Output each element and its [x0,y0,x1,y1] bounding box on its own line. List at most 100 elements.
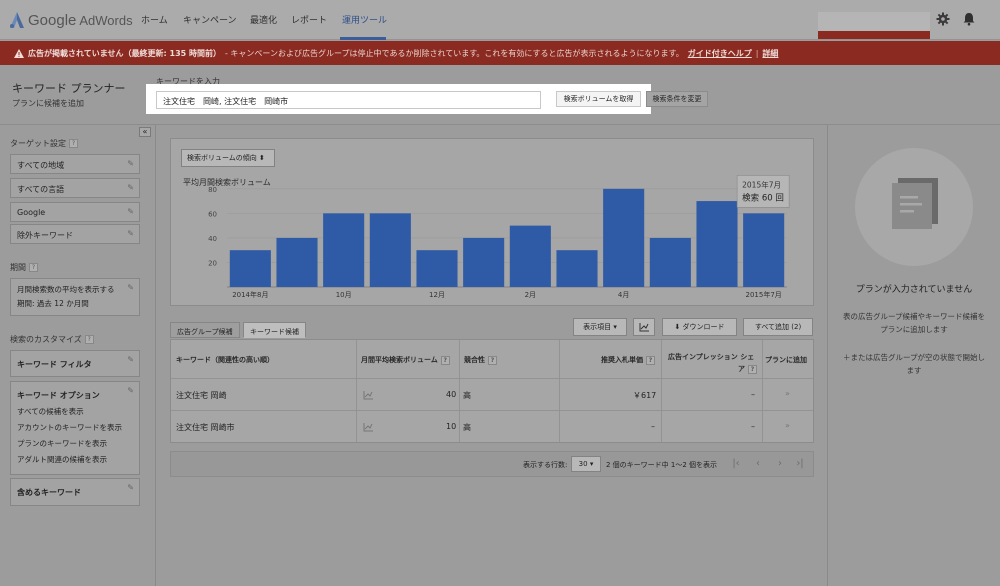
bar-12 [743,213,785,287]
sidebar-item-network[interactable]: Google ✎ [10,202,140,222]
nav-optimization[interactable]: 最適化 [250,13,277,26]
chart-toggle-button[interactable] [633,318,655,336]
get-search-volume-button[interactable]: 検索ボリュームを取得 [556,91,641,107]
nav-home[interactable]: ホーム [141,13,168,26]
alert-banner: 広告が掲載されていません（最終更新: 135 時間前） - キャンペーンおよび広… [0,41,1000,65]
nav-tools[interactable]: 運用ツール [342,13,387,26]
period-line-1: 月間検索数の平均を表示する [17,285,115,294]
prev-page-icon[interactable]: ‹ [749,457,767,472]
keyword-filter-label: キーワード フィルタ [17,360,92,369]
sidebar-item-languages[interactable]: すべての言語 ✎ [10,178,140,198]
include-keywords-box[interactable]: 含めるキーワード ✎ [10,478,140,506]
cell-competition: 高 [463,423,471,432]
account-info[interactable] [818,12,930,32]
download-button[interactable]: ⬇ ダウンロード [662,318,737,336]
details-link[interactable]: 詳細 [762,48,778,59]
bar-2 [276,237,318,287]
customize-title: 検索のカスタマイズ [10,335,82,344]
guided-help-link[interactable]: ガイド付きヘルプ [688,48,752,59]
sidebar-item-label: Google [17,208,46,217]
gear-icon[interactable] [936,12,950,26]
help-icon[interactable]: ? [488,355,497,365]
pencil-icon[interactable]: ✎ [127,159,134,168]
help-icon[interactable]: ? [29,263,38,272]
add-to-plan-button[interactable]: » [785,389,790,398]
col-divider [661,340,662,442]
pencil-icon[interactable]: ✎ [127,355,134,364]
chevron-down-icon: ▾ [589,460,594,468]
keyword-filter-box[interactable]: キーワード フィルタ ✎ [10,350,140,377]
tab-keyword-ideas[interactable]: キーワード候補 [243,322,306,338]
rows-per-page-select[interactable]: 30 ▾ [571,456,601,472]
tooltip-month: 2015年7月 [742,179,781,189]
help-icon[interactable]: ? [646,355,655,365]
sidebar-item-negative-keywords[interactable]: 除外キーワード ✎ [10,224,140,244]
cell-cpc: – [651,422,655,431]
y-tick-label: 80 [208,186,217,194]
help-icon[interactable]: ? [440,355,450,365]
pencil-icon[interactable]: ✎ [127,386,134,395]
empty-plan-title: プランが入力されていません [855,285,973,295]
header-volume[interactable]: 月間平均検索ボリューム? [361,355,450,365]
col-divider [559,340,560,442]
warning-icon [14,48,24,58]
header-competition[interactable]: 競合性? [464,355,497,365]
tab-ad-group-ideas[interactable]: 広告グループ候補 [170,322,240,338]
bar-7 [509,225,551,287]
pencil-icon[interactable]: ✎ [127,207,134,216]
pencil-icon[interactable]: ✎ [127,483,134,492]
collapse-sidebar-button[interactable]: « [139,127,151,137]
last-page-icon[interactable]: ›| [791,457,809,472]
bar-11 [696,201,738,287]
col-divider [459,340,460,442]
header-impression-share-2: ア? [738,364,757,374]
x-tick-label: 10月 [336,291,352,299]
rows-per-page-label: 表示する行数: [523,461,568,469]
page-subtitle: プランに候補を追加 [12,99,84,108]
empty-plan-alternative[interactable]: ＋または広告グループが空の状態で開始します [840,351,988,377]
x-tick-label: 12月 [429,291,445,299]
columns-button[interactable]: 表示項目 ▾ [573,318,627,336]
cell-competition: 高 [463,391,471,400]
first-page-icon[interactable]: |‹ [727,457,745,472]
period-title: 期間 [10,263,26,272]
next-page-icon[interactable]: › [771,457,789,472]
keyword-options-box[interactable]: キーワード オプション すべての候補を表示 アカウントのキーワードを表示 プラン… [10,381,140,475]
bar-chart: 20 40 60 80 2014年8月 10月 12月 2月 4月 2015年7月 2015年7月検… [208,175,790,299]
add-all-button[interactable]: すべて追加 (2) [743,318,813,336]
header-keyword[interactable]: キーワード（関連性の高い順） [176,355,274,365]
option-plan-keywords: プランのキーワードを表示 [17,439,107,448]
help-icon[interactable]: ? [69,139,78,148]
add-to-plan-button[interactable]: » [785,421,790,430]
trend-mini-icon[interactable] [363,423,373,432]
sidebar-item-locations[interactable]: すべての地域 ✎ [10,154,140,174]
adwords-logo[interactable]: Google AdWords [10,10,133,30]
empty-plan-illustration [855,148,973,266]
header-impression-share[interactable]: 広告インプレッション シェ [668,352,754,362]
bell-icon[interactable] [962,12,976,26]
active-nav-indicator [340,37,386,40]
sidebar-item-label: 除外キーワード [17,231,73,240]
nav-reports[interactable]: レポート [291,13,327,26]
bar-8 [556,250,598,287]
nav-campaigns[interactable]: キャンペーン [183,13,237,26]
period-section-title: 期間? [10,262,38,273]
period-box[interactable]: 月間検索数の平均を表示する 期間: 過去 12 か月間 ✎ [10,278,140,316]
alert-title: 広告が掲載されていません（最終更新: 135 時間前） [28,48,221,58]
trend-mini-icon[interactable] [363,391,373,400]
keyword-input[interactable]: 注文住宅 岡崎, 注文住宅 岡崎市 [156,91,541,109]
x-tick-label: 2014年8月 [232,290,268,299]
cell-impression-share: – [751,422,755,431]
help-icon[interactable]: ? [84,335,94,344]
option-adult: アダルト関連の候補を表示 [17,455,107,464]
bar-5 [416,250,458,287]
adwords-logo-icon [10,12,24,28]
help-icon[interactable]: ? [748,364,757,374]
pencil-icon[interactable]: ✎ [127,283,134,292]
x-tick-label: 4月 [618,291,629,299]
header-cpc[interactable]: 推奨入札単価? [601,355,655,365]
pencil-icon[interactable]: ✎ [127,229,134,238]
change-conditions-button[interactable]: 検索条件を変更 [646,91,708,107]
bar-10 [649,237,691,287]
pencil-icon[interactable]: ✎ [127,183,134,192]
